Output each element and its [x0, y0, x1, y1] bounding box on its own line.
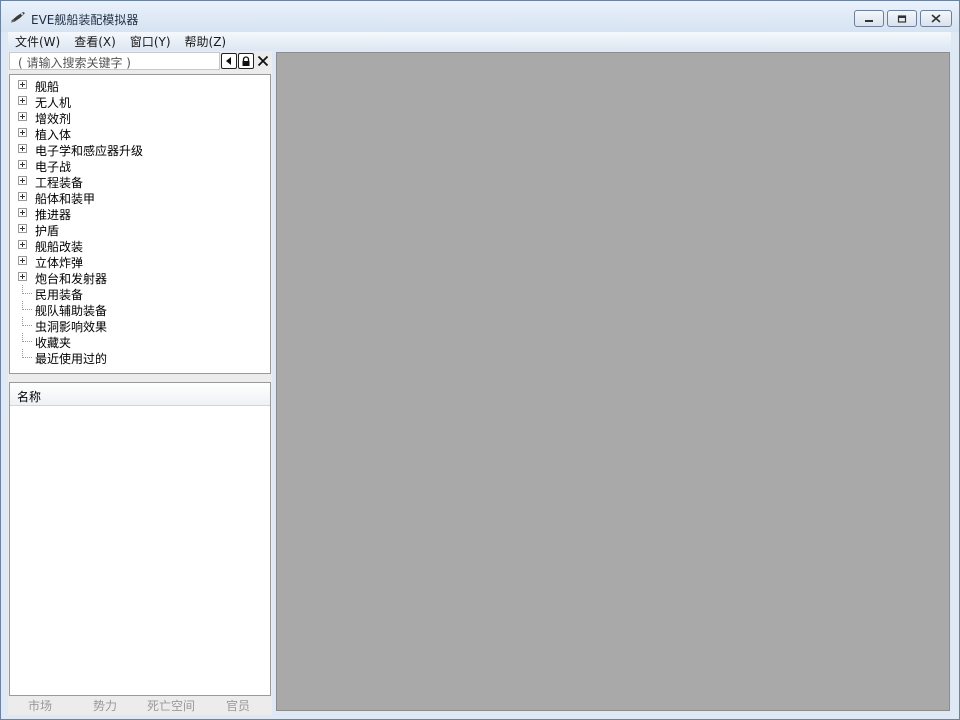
maximize-icon	[897, 14, 907, 23]
tree-item[interactable]: 护盾	[10, 221, 270, 238]
tree-item[interactable]: 工程装备	[10, 173, 270, 190]
tree-item[interactable]: 植入体	[10, 125, 270, 142]
tree-item[interactable]: 民用装备	[10, 285, 270, 302]
tab-deadspace[interactable]: 死亡空间	[138, 697, 204, 715]
menu-bar: 文件(W) 查看(X) 窗口(Y) 帮助(Z)	[8, 32, 951, 50]
tree-item-label: 最近使用过的	[35, 352, 108, 366]
close-button[interactable]	[920, 10, 952, 27]
list-column-header[interactable]: 名称	[10, 383, 270, 406]
expand-plus-icon[interactable]	[18, 128, 27, 137]
window-title: EVE舰船装配模拟器	[31, 13, 139, 27]
tree-item[interactable]: 船体和装甲	[10, 189, 270, 206]
item-list[interactable]: 名称	[9, 382, 271, 696]
expand-plus-icon[interactable]	[18, 176, 27, 185]
expand-plus-icon[interactable]	[18, 112, 27, 121]
tree-item[interactable]: 虫洞影响效果	[10, 317, 270, 334]
tab-market[interactable]: 市场	[8, 697, 72, 715]
tree-item[interactable]: 舰船改装	[10, 237, 270, 254]
lock-icon	[242, 55, 250, 66]
close-icon	[257, 55, 269, 67]
tree-item[interactable]: 立体炸弹	[10, 253, 270, 270]
left-pane: ( 请输入搜索关键字 ) 舰船 无人机 增效剂 植入体 电子学和感应器升级 电子战 工程装备…	[8, 51, 272, 715]
title-bar[interactable]: EVE舰船装配模拟器	[1, 1, 959, 32]
tree-connector	[22, 317, 32, 326]
category-tree[interactable]: 舰船 无人机 增效剂 植入体 电子学和感应器升级 电子战 工程装备 船体和装甲 推进器 护盾 舰船改…	[9, 74, 271, 374]
menu-window[interactable]: 窗口(Y)	[123, 33, 178, 50]
tree-connector	[22, 285, 32, 294]
tab-faction[interactable]: 势力	[72, 697, 138, 715]
expand-plus-icon[interactable]	[18, 240, 27, 249]
expand-plus-icon[interactable]	[18, 192, 27, 201]
search-back-button[interactable]	[221, 53, 237, 69]
tree-item[interactable]: 推进器	[10, 205, 270, 222]
expand-plus-icon[interactable]	[18, 208, 27, 217]
tree-item[interactable]: 增效剂	[10, 109, 270, 126]
search-lock-button[interactable]	[238, 53, 254, 69]
workspace-area[interactable]	[276, 52, 950, 711]
menu-file[interactable]: 文件(W)	[8, 33, 67, 50]
maximize-button[interactable]	[887, 10, 917, 27]
eve-ship-icon	[11, 12, 25, 23]
triangle-left-icon	[226, 57, 231, 65]
expand-plus-icon[interactable]	[18, 272, 27, 281]
tree-item[interactable]: 电子学和感应器升级	[10, 141, 270, 158]
tree-item[interactable]: 舰船	[10, 77, 270, 94]
tab-officer[interactable]: 官员	[204, 697, 272, 715]
bottom-tabs: 市场 势力 死亡空间 官员	[8, 697, 272, 715]
search-clear-button[interactable]	[255, 53, 271, 69]
tree-item[interactable]: 最近使用过的	[10, 349, 270, 366]
expand-plus-icon[interactable]	[18, 160, 27, 169]
search-input[interactable]: ( 请输入搜索关键字 )	[9, 52, 220, 70]
expand-plus-icon[interactable]	[18, 144, 27, 153]
close-icon	[931, 14, 941, 23]
tree-item[interactable]: 无人机	[10, 93, 270, 110]
tree-connector	[22, 349, 32, 358]
expand-plus-icon[interactable]	[18, 256, 27, 265]
expand-plus-icon[interactable]	[18, 80, 27, 89]
app-window: EVE舰船装配模拟器 文件(W) 查看(X) 窗口(Y) 帮助(Z) ( 请输入…	[0, 0, 960, 720]
tree-item[interactable]: 舰队辅助装备	[10, 301, 270, 318]
tree-item[interactable]: 电子战	[10, 157, 270, 174]
minimize-button[interactable]	[854, 10, 884, 27]
tree-connector	[22, 333, 32, 342]
column-name-label: 名称	[17, 390, 42, 404]
tree-connector	[22, 301, 32, 310]
tree-item[interactable]: 炮台和发射器	[10, 269, 270, 286]
expand-plus-icon[interactable]	[18, 224, 27, 233]
menu-view[interactable]: 查看(X)	[67, 33, 123, 50]
expand-plus-icon[interactable]	[18, 96, 27, 105]
tree-item[interactable]: 收藏夹	[10, 333, 270, 350]
minimize-icon	[865, 19, 873, 22]
menu-help[interactable]: 帮助(Z)	[178, 33, 234, 50]
